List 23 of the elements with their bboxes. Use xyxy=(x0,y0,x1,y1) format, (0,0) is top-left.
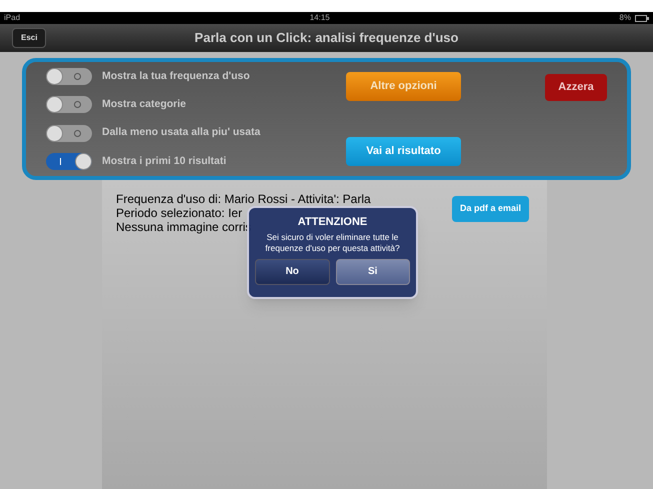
battery-icon xyxy=(634,14,649,22)
option-label: Mostra i primi 10 risultati xyxy=(102,154,226,169)
clock-time: 14:15 xyxy=(310,12,330,24)
option-label: Mostra la tua frequenza d'uso xyxy=(102,68,250,84)
alert-message: Sei sicuro di voler eliminare tutte le frequenze d'uso per questa attività? xyxy=(264,232,401,254)
toggle-switch[interactable] xyxy=(46,96,92,114)
pdf-email-button[interactable]: Da pdf a email xyxy=(452,196,529,222)
option-label: Dalla meno usata alla piu' usata xyxy=(102,125,260,140)
toggle-switch[interactable] xyxy=(46,124,92,142)
device-name: iPad xyxy=(4,12,20,24)
window-title: Parla con un Click: analisi frequenze d'uso xyxy=(194,29,458,48)
reset-button[interactable]: Azzera xyxy=(545,74,607,101)
option-label: Mostra categorie xyxy=(102,96,186,112)
report-line: Periodo selezionato: Ier xyxy=(116,206,242,220)
toggle-switch[interactable] xyxy=(46,68,92,85)
toggle-switch[interactable] xyxy=(46,152,92,170)
battery-percent: 8% xyxy=(619,12,631,24)
alert-title: ATTENZIONE xyxy=(298,215,368,230)
alert-button[interactable]: Si xyxy=(336,258,410,284)
show-result-button[interactable]: Vai al risultato xyxy=(346,137,461,166)
alert-button[interactable]: No xyxy=(255,258,330,284)
report-line: Frequenza d'uso di: Mario Rossi - Attivita': Parla xyxy=(116,192,371,206)
exit-button[interactable]: Esci xyxy=(12,28,46,48)
